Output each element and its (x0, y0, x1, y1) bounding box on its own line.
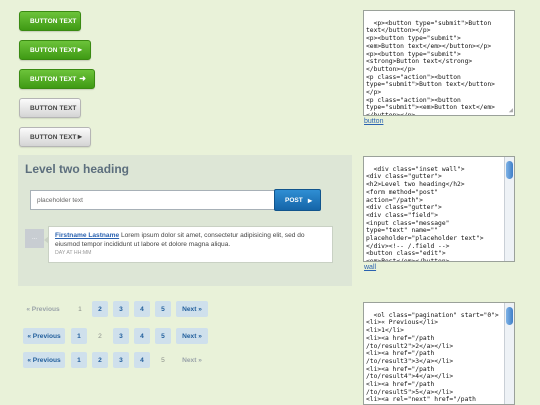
button-label: BUTTON TEXT (30, 46, 77, 54)
page-link[interactable]: 4 (134, 328, 150, 344)
post-label: POST (285, 196, 303, 204)
page-current: 1 (78, 305, 82, 313)
page-link[interactable]: 1 (71, 328, 87, 344)
resize-grip-icon[interactable]: ◢ (509, 107, 513, 114)
button-label: BUTTON TEXT (30, 75, 77, 83)
scrollbar[interactable] (504, 157, 514, 261)
page-link[interactable]: 4 (134, 301, 150, 317)
pagination-previous[interactable]: « Previous (23, 352, 65, 368)
scrollbar-thumb[interactable] (506, 307, 513, 325)
message-input[interactable]: placeholder text (30, 190, 284, 210)
code-textarea-pagination[interactable]: <ol class="pagination" start="0"> <li>« … (363, 302, 515, 405)
pagination-next[interactable]: Next » (176, 301, 208, 317)
code-textarea-button[interactable]: <p><button type="submit">Button text</bu… (363, 10, 515, 116)
avatar: ... (25, 229, 44, 248)
caret-right-icon: ▸ (77, 45, 82, 54)
page-link[interactable]: 3 (113, 328, 129, 344)
button-text-caret[interactable]: BUTTON TEXT ▸ (19, 40, 91, 60)
code-text: <div class="inset wall"> <div class="gut… (366, 165, 484, 262)
pagination-next: Next » (182, 356, 202, 364)
post-button[interactable]: POST ▸ (274, 189, 321, 211)
arrow-right-icon: ➜ (79, 74, 86, 83)
page-link[interactable]: 3 (113, 352, 129, 368)
page-current: 2 (98, 332, 102, 340)
button-label: BUTTON TEXT (30, 133, 77, 141)
button-code-link[interactable]: button (364, 118, 383, 125)
page-link[interactable]: 3 (113, 301, 129, 317)
author-link[interactable]: Firstname Lastname (55, 232, 119, 239)
panel-heading: Level two heading (25, 162, 130, 176)
page-link[interactable]: 2 (92, 301, 108, 317)
wall-panel: Level two heading placeholder text POST … (18, 155, 352, 286)
wall-code-link[interactable]: wall (364, 264, 376, 271)
code-text: <ol class="pagination" start="0"> <li>« … (366, 311, 499, 404)
button-text-grey-caret[interactable]: BUTTON TEXT ▸ (19, 127, 91, 147)
code-text: <p><button type="submit">Button text</bu… (366, 19, 495, 116)
scrollbar-thumb[interactable] (506, 161, 513, 179)
button-text-grey[interactable]: BUTTON TEXT (19, 98, 81, 118)
button-label: BUTTON TEXT (30, 17, 77, 25)
pagination-previous[interactable]: « Previous (23, 328, 65, 344)
page-link[interactable]: 4 (134, 352, 150, 368)
caret-right-icon: ▸ (307, 195, 312, 205)
pagination-previous: « Previous (26, 305, 60, 313)
button-text-arrow[interactable]: BUTTON TEXT ➜ (19, 69, 95, 89)
button-text-plain[interactable]: BUTTON TEXT (19, 11, 81, 31)
pagination-next[interactable]: Next » (176, 328, 208, 344)
page-current: 5 (161, 356, 165, 364)
comment-timestamp: DAY AT HH:MM (55, 250, 92, 257)
button-label: BUTTON TEXT (30, 104, 77, 112)
caret-right-icon: ▸ (77, 132, 82, 141)
page-link[interactable]: 5 (155, 328, 171, 344)
code-textarea-wall[interactable]: <div class="inset wall"> <div class="gut… (363, 156, 515, 262)
page-link[interactable]: 1 (71, 352, 87, 368)
page-link[interactable]: 5 (155, 301, 171, 317)
scrollbar[interactable] (504, 303, 514, 404)
page-link[interactable]: 2 (92, 352, 108, 368)
comment-bubble: Firstname Lastname Lorem ipsum dolor sit… (44, 226, 333, 263)
